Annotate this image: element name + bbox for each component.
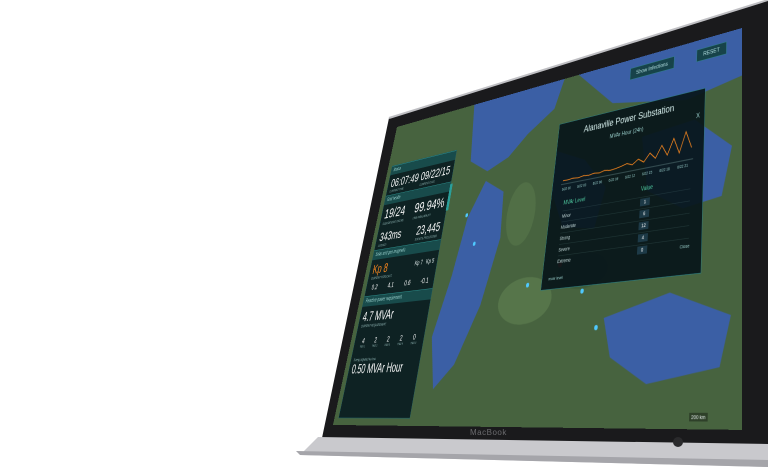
row-name: Strong (559, 234, 571, 242)
geo-value-2: 4.1 (386, 280, 395, 290)
table-head-value: Value (640, 183, 654, 193)
energy-value: 0.50 MVAr Hour (350, 359, 405, 377)
x-tick-label: 6/22 15 (642, 172, 653, 178)
table-head-level: MVAr Level (563, 195, 586, 207)
row-value: 6 (639, 209, 650, 219)
row-name: Severe (558, 245, 571, 253)
row-value: 12 (638, 220, 649, 231)
x-tick-label: 6/22 21 (677, 165, 689, 171)
popup-legend: mvar level (548, 274, 564, 282)
kp-forecast-1: Kp 7 (414, 258, 424, 267)
row-name: Moderate (560, 222, 577, 231)
geo-value-1: 0.2 (370, 282, 379, 292)
close-icon[interactable]: X (696, 111, 700, 120)
row-value: 0 (636, 245, 648, 255)
x-tick-label: 6/22 06 (592, 181, 603, 186)
x-tick-label: 6/22 09 (608, 178, 619, 183)
kp-forecast-2: Kp 5 (425, 256, 435, 266)
geo-value-4: -0.1 (419, 275, 430, 286)
laptop-scene: MacBook Show Infections RESET Status 06:… (0, 0, 768, 467)
mvar-requirement: 4.7 MVAr (361, 305, 396, 325)
row-name: Minor (561, 211, 572, 219)
geo-value-3: 0.6 (403, 278, 412, 288)
x-tick-label: 6/22 00 (562, 187, 572, 192)
row-value: 1 (639, 197, 650, 207)
x-axis-line (561, 159, 693, 185)
x-tick-label: 6/22 12 (625, 175, 636, 181)
series-line (563, 130, 692, 181)
row-name: Extreme (556, 256, 571, 265)
row-value: 4 (637, 233, 649, 243)
brand-label: MacBook (470, 428, 507, 437)
map-scale: 200 km (688, 412, 708, 422)
x-tick-label: 6/22 18 (659, 168, 671, 174)
x-tick-label: 6/22 03 (577, 184, 587, 189)
